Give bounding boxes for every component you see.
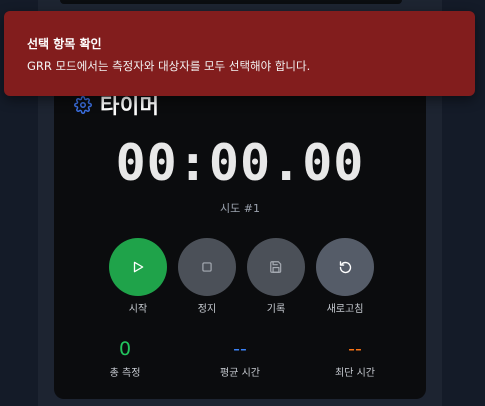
record-button[interactable] — [247, 238, 305, 296]
stop-label: 정지 — [197, 304, 217, 315]
toast-message: GRR 모드에서는 측정자와 대상자를 모두 선택해야 합니다. — [27, 59, 311, 73]
record-control: 기록 — [247, 238, 305, 315]
play-icon — [133, 261, 144, 273]
refresh-button[interactable] — [316, 238, 374, 296]
timer-controls: 시작 정지 기록 새로고침 — [109, 238, 374, 315]
stat-shortest: -- 최단 시간 — [305, 338, 405, 379]
refresh-control: 새로고침 — [316, 238, 374, 315]
average-time-value: -- — [233, 338, 247, 360]
timer-card: 타이머 00:00.00 시도 #1 시작 정지 기록 새로고침 0 총 측정 … — [54, 76, 426, 399]
start-label: 시작 — [128, 304, 148, 315]
top-card — [60, 0, 402, 4]
time-display: 00:00.00 — [115, 134, 365, 192]
refresh-label: 새로고침 — [326, 304, 364, 315]
start-button[interactable] — [109, 238, 167, 296]
error-toast[interactable]: 선택 항목 확인 GRR 모드에서는 측정자와 대상자를 모두 선택해야 합니다… — [4, 11, 475, 96]
stop-button[interactable] — [178, 238, 236, 296]
stop-icon — [202, 262, 212, 272]
stat-total: 0 총 측정 — [75, 338, 175, 379]
average-time-label: 평균 시간 — [220, 368, 260, 379]
save-icon — [270, 261, 282, 273]
shortest-time-label: 최단 시간 — [335, 368, 375, 379]
gear-icon — [74, 96, 92, 114]
toast-title: 선택 항목 확인 — [27, 37, 102, 51]
stat-average: -- 평균 시간 — [190, 338, 290, 379]
total-count-value: 0 — [118, 338, 132, 360]
total-count-label: 총 측정 — [109, 368, 141, 379]
record-label: 기록 — [266, 304, 286, 315]
start-control: 시작 — [109, 238, 167, 315]
stop-control: 정지 — [178, 238, 236, 315]
trial-label: 시도 #1 — [220, 202, 260, 215]
refresh-icon — [339, 260, 351, 273]
shortest-time-value: -- — [348, 338, 362, 360]
